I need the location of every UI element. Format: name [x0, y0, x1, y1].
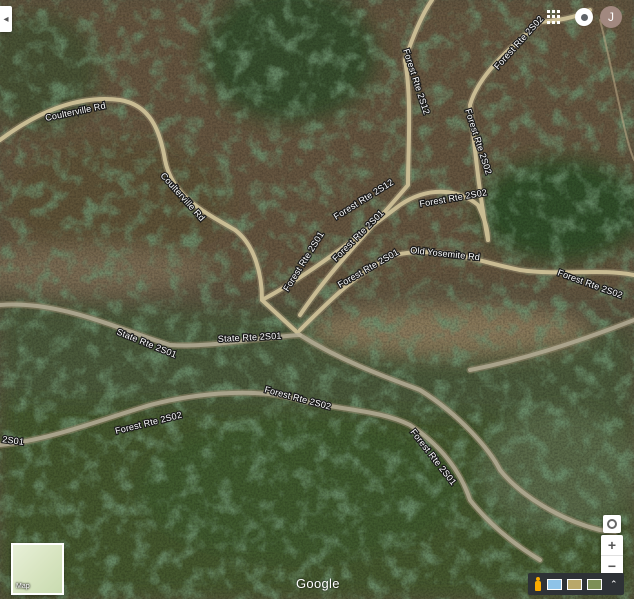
pegman-icon[interactable] [534, 577, 542, 591]
apps-grid-icon[interactable] [547, 10, 561, 24]
my-location-icon [607, 519, 617, 529]
imagery-thumbnail[interactable] [547, 578, 562, 590]
satellite-map[interactable]: Coulterville Rd Coulterville Rd Forest R… [0, 0, 634, 599]
account-avatar[interactable]: J [600, 6, 622, 28]
collapse-panel-button[interactable]: ◂ [0, 6, 12, 32]
map-layer-toggle[interactable]: Map [11, 543, 64, 595]
zoom-controls: + − [601, 535, 623, 575]
imagery-thumbnail[interactable] [587, 578, 602, 590]
zoom-in-button[interactable]: + [601, 535, 623, 555]
chevron-left-icon: ◂ [3, 13, 9, 25]
map-layer-label: Map [16, 583, 30, 590]
google-logo: Google [296, 576, 340, 591]
my-location-button[interactable] [603, 515, 621, 533]
chevron-up-icon[interactable]: ⌃ [610, 579, 618, 589]
account-initial: J [608, 10, 614, 24]
notifications-icon[interactable] [575, 8, 593, 26]
imagery-strip: ⌃ [528, 573, 624, 595]
imagery-thumbnail[interactable] [567, 578, 582, 590]
